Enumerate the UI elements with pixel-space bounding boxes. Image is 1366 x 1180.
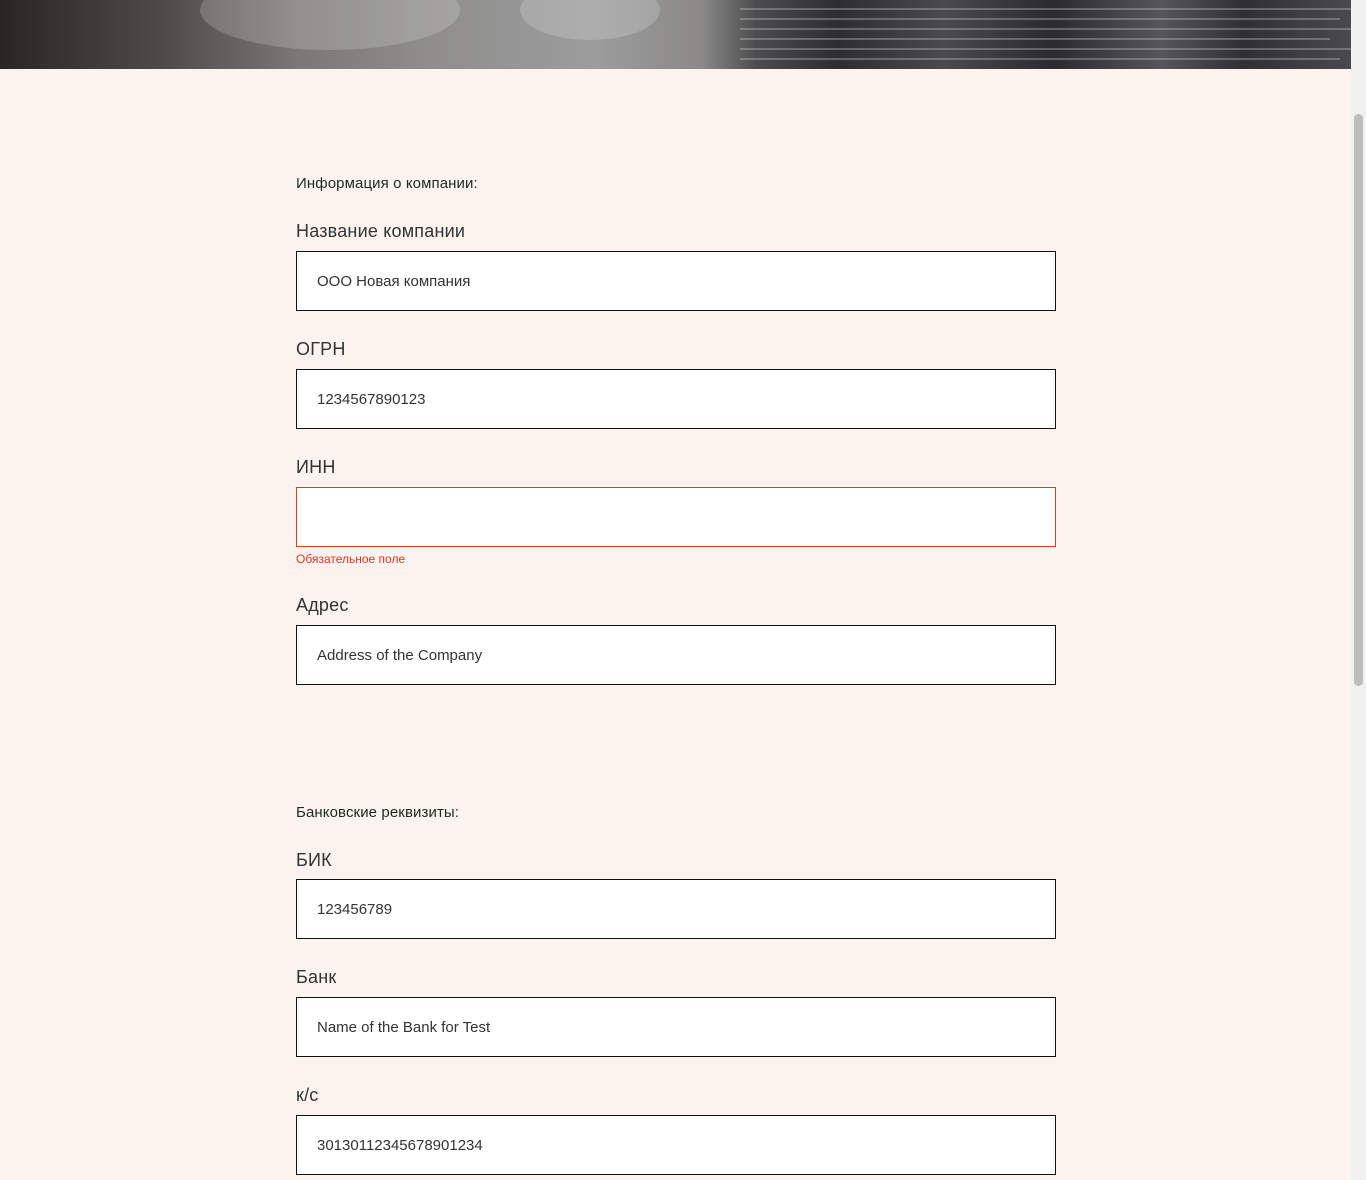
company-section-title: Информация о компании: bbox=[296, 175, 478, 192]
bank-section-title: Банковские реквизиты: bbox=[296, 804, 460, 821]
company-name-input[interactable] bbox=[296, 251, 1056, 311]
company-name-label: Название компании bbox=[296, 221, 466, 241]
address-input[interactable] bbox=[296, 625, 1056, 685]
bank-label: Банк bbox=[296, 967, 337, 987]
ogrn-input[interactable] bbox=[296, 369, 1056, 429]
inn-error-message: Обязательное поле bbox=[296, 552, 406, 566]
inn-label: ИНН bbox=[296, 457, 336, 477]
bik-label: БИК bbox=[296, 850, 332, 870]
bank-input[interactable] bbox=[296, 997, 1056, 1057]
scrollbar-thumb[interactable] bbox=[1354, 114, 1363, 686]
header-banner-image bbox=[0, 0, 1351, 69]
ogrn-label: ОГРН bbox=[296, 339, 346, 359]
ks-label: к/с bbox=[296, 1085, 319, 1105]
bik-input[interactable] bbox=[296, 879, 1056, 939]
page-scrollbar[interactable] bbox=[1351, 0, 1366, 1180]
inn-input[interactable] bbox=[296, 487, 1056, 547]
address-label: Адрес bbox=[296, 595, 349, 615]
ks-input[interactable] bbox=[296, 1115, 1056, 1175]
